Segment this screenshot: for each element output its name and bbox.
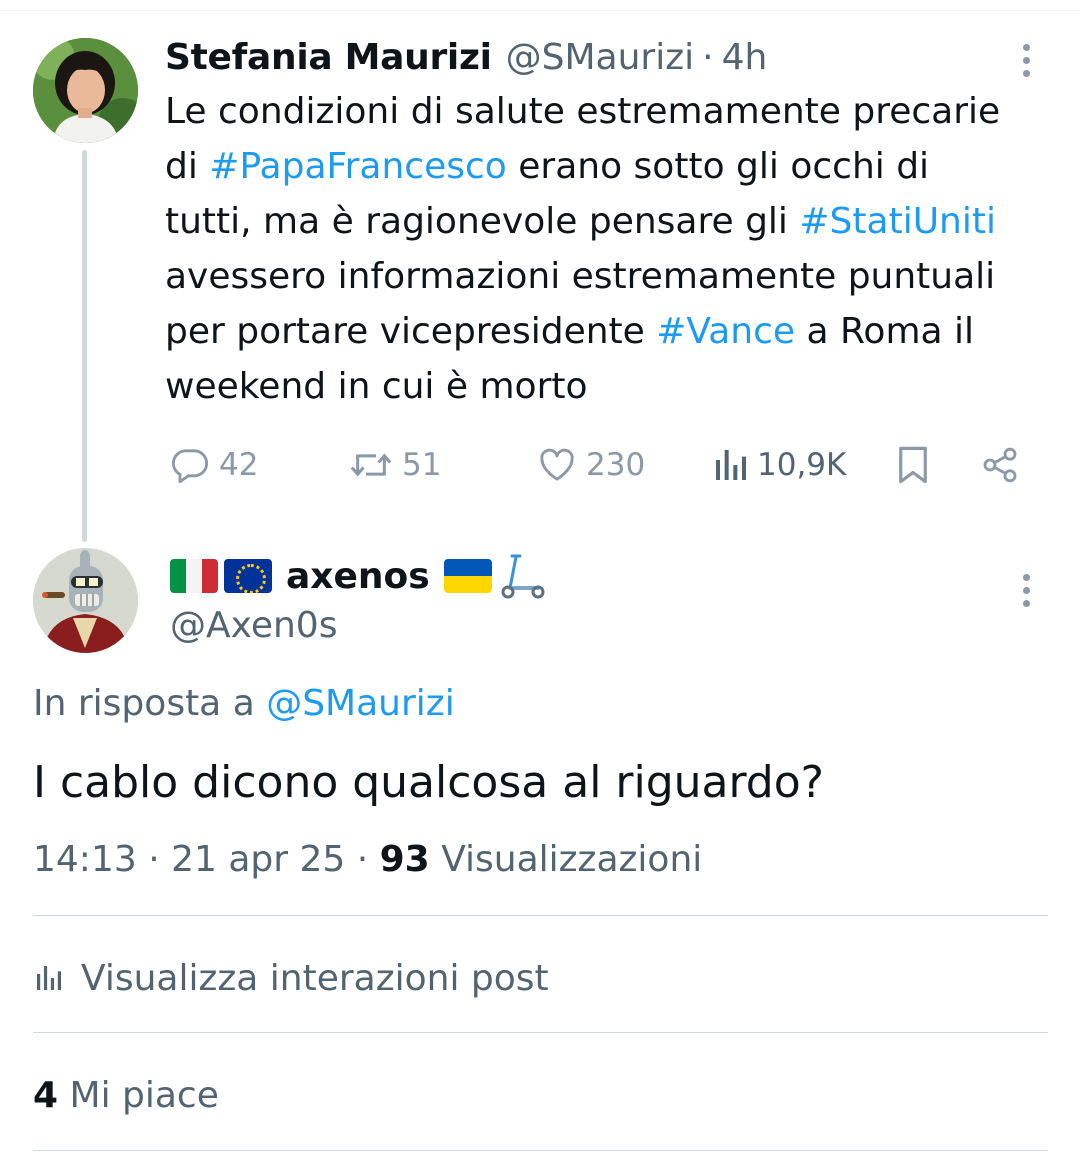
eu-flag-icon	[224, 559, 272, 593]
reply-meta: 14:13 · 21 apr 25 · 93 Visualizzazioni	[33, 834, 702, 886]
more-dot-icon	[1022, 586, 1030, 594]
bookmark-icon	[899, 446, 927, 484]
reply-icon	[172, 449, 209, 484]
ukraine-flag-icon	[443, 559, 492, 593]
more-dot-icon	[1022, 573, 1030, 581]
tweet-text-line: avessero informazioni estremamente puntu…	[165, 249, 1065, 304]
tweet-text-segment: Le condizioni di salute estremamente pre…	[165, 91, 1001, 132]
tweet-text-segment: avessero informazioni estremamente puntu…	[165, 256, 996, 297]
like-button[interactable]: 230	[536, 440, 645, 490]
reply-name-row: axenos	[170, 550, 546, 602]
tweet-text-segment: weekend in cui è morto	[165, 366, 588, 407]
tweet-text-line: Le condizioni di salute estremamente pre…	[165, 84, 1065, 139]
thread-line	[82, 150, 87, 542]
parent-avatar[interactable]	[33, 38, 138, 143]
reply-count: 42	[219, 447, 259, 483]
repost-count: 51	[402, 447, 442, 483]
tweet-text-segment: di	[165, 146, 210, 187]
divider	[33, 915, 1048, 916]
more-dot-icon	[1022, 69, 1030, 77]
share-icon	[983, 447, 1017, 483]
reply-likes-label: Mi piace	[69, 1075, 219, 1116]
like-count: 230	[586, 447, 646, 483]
tweet-text-segment: tutti, ma è ragionevole pensare gli	[165, 201, 800, 242]
reply-author-handle[interactable]: @Axen0s	[170, 600, 337, 652]
in-reply-handle-link[interactable]: @SMaurizi	[266, 683, 455, 724]
reply-author-name[interactable]: axenos	[286, 556, 430, 597]
views-icon	[716, 450, 746, 480]
tweet-text-line: di #PapaFrancesco erano sotto gli occhi …	[165, 139, 1065, 194]
reply-views-count: 93	[379, 839, 430, 880]
more-dot-icon	[1022, 599, 1030, 607]
view-post-interactions-button[interactable]: Visualizza interazioni post	[33, 950, 549, 1006]
parent-avatar-image	[33, 38, 138, 143]
parent-header: Stefania Maurizi @SMaurizi · 4h	[165, 30, 767, 85]
hashtag-link[interactable]: #Vance	[656, 311, 795, 352]
reply-button[interactable]: 42	[169, 440, 258, 490]
parent-more-button[interactable]	[1011, 38, 1041, 82]
top-divider	[0, 10, 1080, 11]
parent-author-handle[interactable]: @SMaurizi	[506, 37, 695, 78]
in-reply-prefix: In risposta a	[33, 683, 255, 724]
reply-more-button[interactable]	[1011, 568, 1041, 612]
view-interactions-label: Visualizza interazioni post	[81, 957, 549, 999]
parent-action-bar: 42 51 230 10,9K	[165, 440, 1035, 490]
bookmark-button[interactable]	[895, 440, 931, 490]
divider	[33, 1032, 1048, 1033]
tweet-text-line: tutti, ma è ragionevole pensare gli #Sta…	[165, 194, 1065, 249]
parent-author-name[interactable]: Stefania Maurizi	[165, 37, 492, 78]
in-reply-to: In risposta a @SMaurizi	[33, 678, 455, 730]
divider	[33, 1150, 1048, 1151]
more-dot-icon	[1022, 43, 1030, 51]
reply-likes-count: 4	[33, 1075, 59, 1116]
repost-button[interactable]: 51	[348, 440, 441, 490]
tweet-text-segment: a Roma il	[795, 311, 975, 352]
reply-avatar-image	[33, 548, 138, 653]
tweet-text-segment: erano sotto gli occhi di	[506, 146, 930, 187]
reply-avatar[interactable]	[33, 548, 138, 653]
tweet-text-segment: per portare vicepresidente	[165, 311, 657, 352]
hashtag-link[interactable]: #StatiUniti	[799, 201, 996, 242]
kick-scooter-icon	[501, 554, 545, 599]
views-button[interactable]: 10,9K	[713, 440, 846, 490]
reply-likes[interactable]: 4 Mi piace	[33, 1070, 219, 1122]
italy-flag-icon	[170, 559, 218, 593]
reply-views-label: Visualizzazioni	[441, 839, 703, 880]
parent-header-separator: ·	[702, 37, 714, 78]
reply-tweet-text: I cablo dicono qualcosa al riguardo?	[33, 757, 825, 808]
heart-icon	[540, 448, 574, 481]
hashtag-link[interactable]: #PapaFrancesco	[209, 146, 507, 187]
views-count: 10,9K	[757, 447, 847, 483]
parent-tweet-text: Le condizioni di salute estremamente pre…	[165, 84, 1065, 414]
more-dot-icon	[1022, 56, 1030, 64]
views-icon	[37, 966, 61, 990]
parent-timestamp[interactable]: 4h	[722, 37, 768, 78]
tweet-text-line: weekend in cui è morto	[165, 359, 1065, 414]
reply-timestamp[interactable]: 14:13 · 21 apr 25 ·	[33, 839, 380, 880]
repost-icon	[350, 453, 392, 477]
share-button[interactable]	[980, 440, 1020, 490]
tweet-text-line: per portare vicepresidente #Vance a Roma…	[165, 304, 1065, 359]
